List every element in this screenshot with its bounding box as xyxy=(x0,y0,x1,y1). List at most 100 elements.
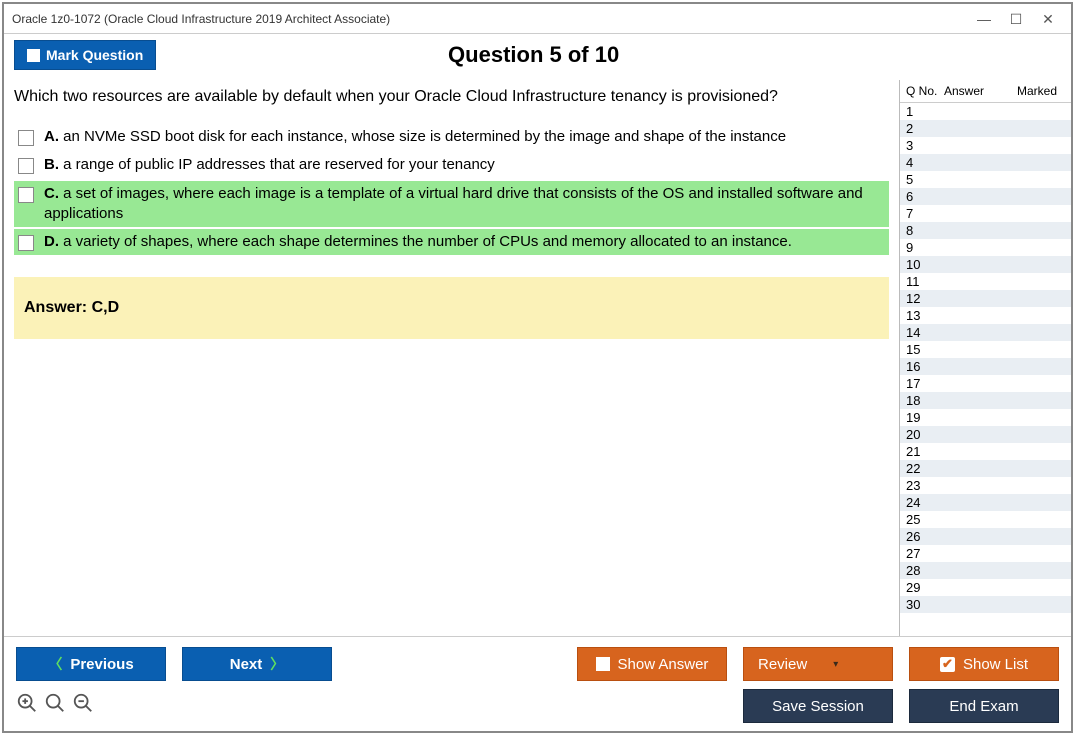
question-list-row[interactable]: 7 xyxy=(900,205,1071,222)
question-list-row[interactable]: 4 xyxy=(900,154,1071,171)
question-number: 11 xyxy=(900,274,944,289)
options-list: A. an NVMe SSD boot disk for each instan… xyxy=(14,124,889,255)
option-row[interactable]: A. an NVMe SSD boot disk for each instan… xyxy=(14,124,889,150)
show-list-button[interactable]: ✔ Show List xyxy=(909,647,1059,681)
question-number: 27 xyxy=(900,546,944,561)
question-number: 24 xyxy=(900,495,944,510)
question-list-row[interactable]: 27 xyxy=(900,545,1071,562)
square-icon xyxy=(596,657,610,671)
question-list-row[interactable]: 18 xyxy=(900,392,1071,409)
close-icon[interactable]: ✕ xyxy=(1041,12,1055,26)
col-answer: Answer xyxy=(944,84,1017,98)
minimize-icon[interactable]: — xyxy=(977,12,991,26)
question-list-row[interactable]: 3 xyxy=(900,137,1071,154)
option-text: D. a variety of shapes, where each shape… xyxy=(44,232,885,252)
question-list-row[interactable]: 17 xyxy=(900,375,1071,392)
question-list-row[interactable]: 16 xyxy=(900,358,1071,375)
question-list-row[interactable]: 20 xyxy=(900,426,1071,443)
question-number: 16 xyxy=(900,359,944,374)
question-list-row[interactable]: 12 xyxy=(900,290,1071,307)
question-number: 15 xyxy=(900,342,944,357)
previous-button[interactable]: 〈 Previous xyxy=(16,647,166,681)
next-button[interactable]: Next 〉 xyxy=(182,647,332,681)
question-number: 17 xyxy=(900,376,944,391)
option-text: A. an NVMe SSD boot disk for each instan… xyxy=(44,127,885,147)
question-number: 21 xyxy=(900,444,944,459)
zoom-reset-icon[interactable] xyxy=(44,692,66,720)
question-number: 20 xyxy=(900,427,944,442)
question-list-row[interactable]: 22 xyxy=(900,460,1071,477)
question-number: 6 xyxy=(900,189,944,204)
window-controls: — ☐ ✕ xyxy=(977,12,1063,26)
question-list-row[interactable]: 6 xyxy=(900,188,1071,205)
question-number: 10 xyxy=(900,257,944,272)
question-list[interactable]: 1234567891011121314151617181920212223242… xyxy=(900,103,1071,636)
question-list-row[interactable]: 10 xyxy=(900,256,1071,273)
maximize-icon[interactable]: ☐ xyxy=(1009,12,1023,26)
question-list-row[interactable]: 11 xyxy=(900,273,1071,290)
question-number: 18 xyxy=(900,393,944,408)
question-number: 25 xyxy=(900,512,944,527)
question-number: 3 xyxy=(900,138,944,153)
answer-box: Answer: C,D xyxy=(14,277,889,339)
previous-label: Previous xyxy=(70,656,133,673)
zoom-out-icon[interactable] xyxy=(72,692,94,720)
col-qno: Q No. xyxy=(900,84,944,98)
show-answer-button[interactable]: Show Answer xyxy=(577,647,727,681)
question-list-header: Q No. Answer Marked xyxy=(900,80,1071,103)
question-list-row[interactable]: 9 xyxy=(900,239,1071,256)
question-number: 22 xyxy=(900,461,944,476)
question-list-row[interactable]: 15 xyxy=(900,341,1071,358)
question-list-row[interactable]: 19 xyxy=(900,409,1071,426)
dropdown-arrow-icon: ▾ xyxy=(833,659,838,670)
question-text: Which two resources are available by def… xyxy=(14,80,889,124)
end-exam-label: End Exam xyxy=(949,698,1018,715)
header-row: Mark Question Question 5 of 10 xyxy=(4,34,1071,80)
option-checkbox[interactable] xyxy=(18,130,34,146)
option-row[interactable]: B. a range of public IP addresses that a… xyxy=(14,152,889,178)
question-list-row[interactable]: 21 xyxy=(900,443,1071,460)
option-row[interactable]: D. a variety of shapes, where each shape… xyxy=(14,229,889,255)
question-list-row[interactable]: 30 xyxy=(900,596,1071,613)
option-checkbox[interactable] xyxy=(18,187,34,203)
option-row[interactable]: C. a set of images, where each image is … xyxy=(14,181,889,228)
content: Mark Question Question 5 of 10 Which two… xyxy=(4,34,1071,731)
question-number: 8 xyxy=(900,223,944,238)
question-list-row[interactable]: 14 xyxy=(900,324,1071,341)
save-session-label: Save Session xyxy=(772,698,864,715)
question-list-row[interactable]: 2 xyxy=(900,120,1071,137)
checkbox-icon xyxy=(27,49,40,62)
question-number: 4 xyxy=(900,155,944,170)
end-exam-button[interactable]: End Exam xyxy=(909,689,1059,723)
show-answer-label: Show Answer xyxy=(618,656,709,673)
zoom-in-icon[interactable] xyxy=(16,692,38,720)
question-list-row[interactable]: 23 xyxy=(900,477,1071,494)
mark-question-button[interactable]: Mark Question xyxy=(14,40,156,70)
question-list-row[interactable]: 1 xyxy=(900,103,1071,120)
question-list-row[interactable]: 25 xyxy=(900,511,1071,528)
question-list-row[interactable]: 5 xyxy=(900,171,1071,188)
app-window: Oracle 1z0-1072 (Oracle Cloud Infrastruc… xyxy=(2,2,1073,733)
review-button[interactable]: Review ▾ xyxy=(743,647,893,681)
save-session-button[interactable]: Save Session xyxy=(743,689,893,723)
question-number: 28 xyxy=(900,563,944,578)
question-list-row[interactable]: 8 xyxy=(900,222,1071,239)
question-number: 29 xyxy=(900,580,944,595)
question-list-row[interactable]: 28 xyxy=(900,562,1071,579)
button-row-2: Save Session End Exam xyxy=(16,689,1059,723)
option-checkbox[interactable] xyxy=(18,158,34,174)
chevron-left-icon: 〈 xyxy=(48,654,62,674)
bottom-toolbar: 〈 Previous Next 〉 Show Answer Review ▾ xyxy=(4,636,1071,731)
next-label: Next xyxy=(230,656,263,673)
option-checkbox[interactable] xyxy=(18,235,34,251)
question-list-row[interactable]: 26 xyxy=(900,528,1071,545)
question-list-row[interactable]: 29 xyxy=(900,579,1071,596)
question-list-row[interactable]: 13 xyxy=(900,307,1071,324)
question-number: 23 xyxy=(900,478,944,493)
question-number: 1 xyxy=(900,104,944,119)
question-number: 5 xyxy=(900,172,944,187)
question-number: 2 xyxy=(900,121,944,136)
question-number: 19 xyxy=(900,410,944,425)
window-title: Oracle 1z0-1072 (Oracle Cloud Infrastruc… xyxy=(12,12,977,26)
question-list-row[interactable]: 24 xyxy=(900,494,1071,511)
